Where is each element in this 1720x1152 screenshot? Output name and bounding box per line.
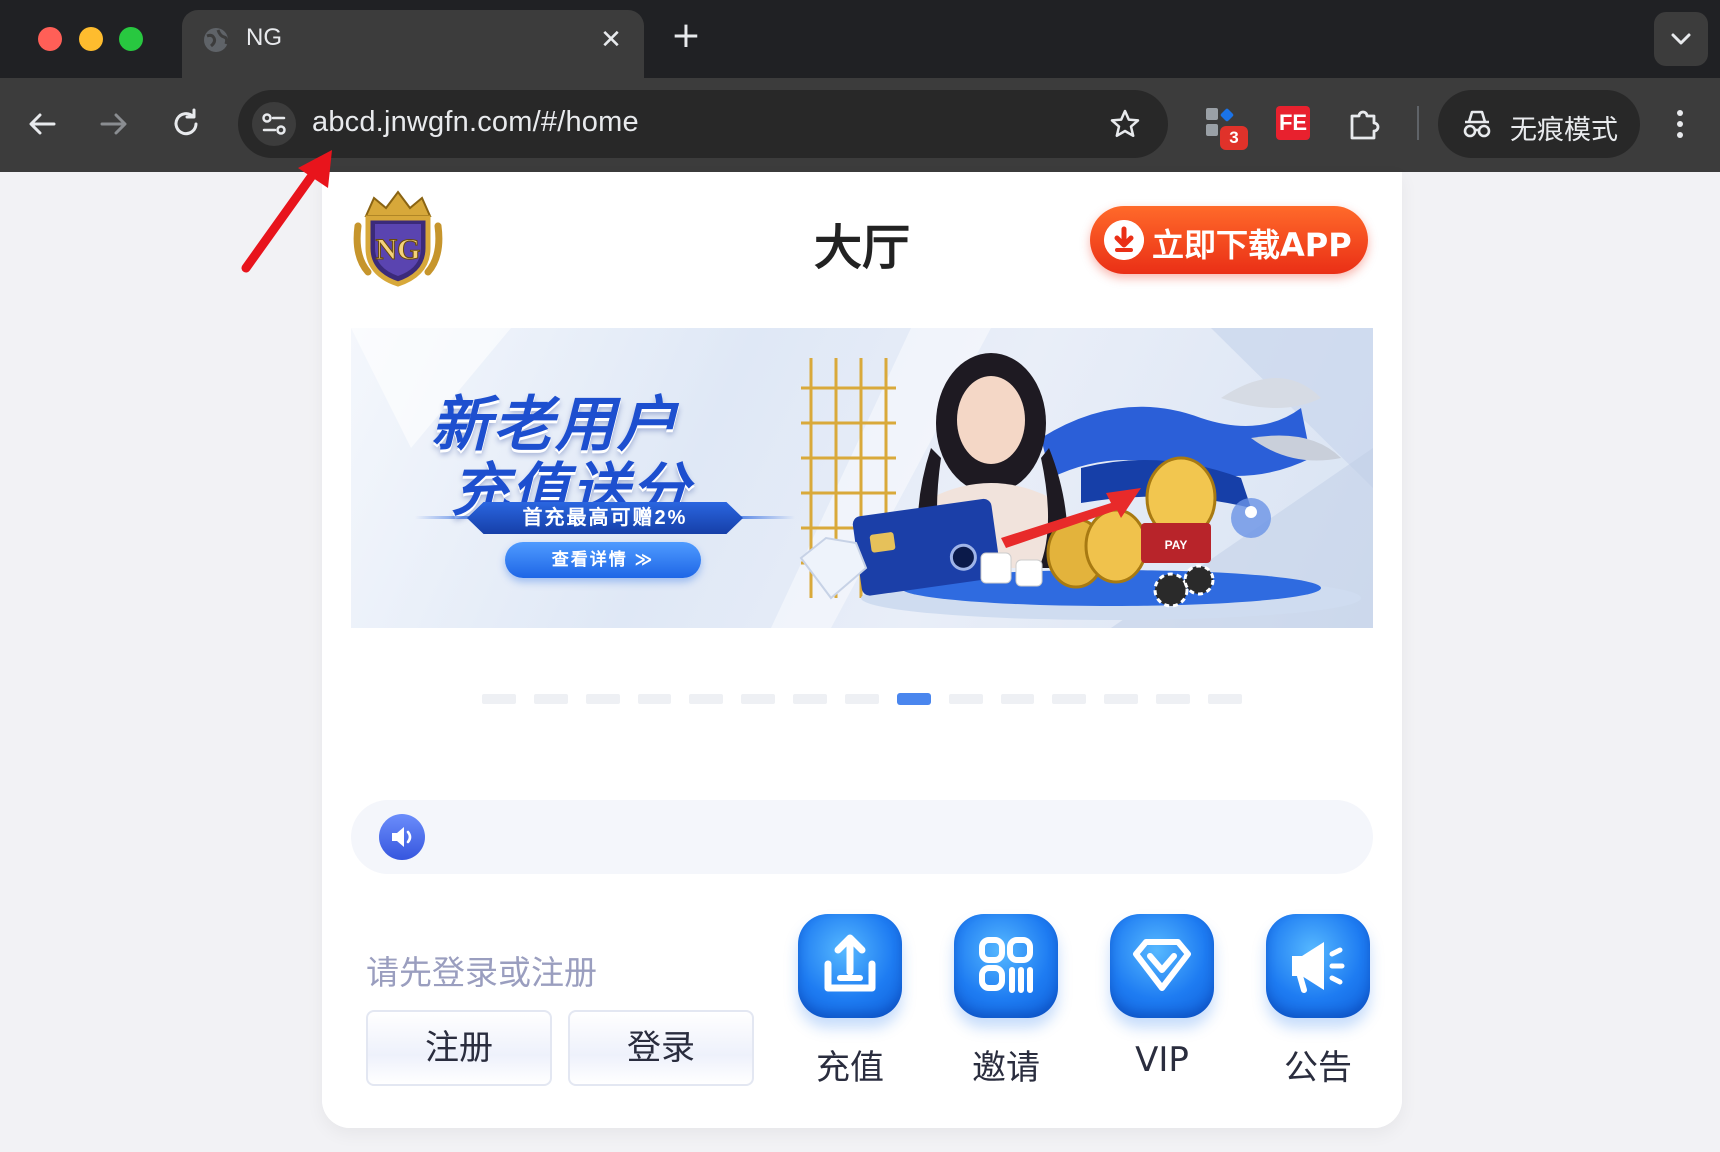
site-info-button[interactable]	[252, 102, 296, 146]
carousel-dot[interactable]	[1208, 694, 1242, 704]
download-app-button[interactable]: 立即下载APP	[1090, 206, 1368, 274]
login-prompt: 请先登录或注册	[366, 953, 597, 992]
account-section: 请先登录或注册 注册 登录 充值 邀请 VIP 公告	[322, 874, 1402, 1128]
new-tab-button[interactable]: +	[668, 18, 704, 54]
vip-button[interactable]: VIP	[1106, 914, 1218, 1104]
more-menu-icon[interactable]	[1668, 106, 1692, 142]
carousel-dot[interactable]	[533, 694, 568, 704]
close-tab-icon[interactable]: ✕	[596, 24, 626, 54]
vip-label: VIP	[1135, 1040, 1189, 1080]
register-button[interactable]: 注册	[366, 1010, 552, 1086]
invite-button[interactable]: 邀请	[950, 914, 1062, 1104]
arrow-right-icon	[100, 113, 127, 135]
banner-illustration: PAY	[799, 353, 1361, 620]
megaphone-icon	[1266, 914, 1370, 1018]
login-button[interactable]: 登录	[568, 1010, 754, 1086]
tab-ng[interactable]: NG ✕	[182, 10, 644, 78]
tab-search-button[interactable]	[1654, 12, 1708, 66]
globe-icon	[204, 28, 229, 52]
bookmark-star-icon[interactable]	[1108, 107, 1142, 141]
back-button[interactable]	[22, 104, 62, 144]
qr-code-icon	[954, 914, 1058, 1018]
carousel-indicators	[482, 693, 1242, 706]
tab-strip: NG ✕ +	[0, 0, 1720, 78]
recharge-label: 充值	[816, 1048, 884, 1088]
tab-title: NG	[246, 24, 282, 51]
invite-label: 邀请	[972, 1048, 1040, 1088]
carousel-dot[interactable]	[585, 694, 620, 704]
promo-banner[interactable]: 新老用户 充值送分 首充最高可赠2% 查看详情 ≫ PAY	[351, 328, 1373, 628]
carousel-dot[interactable]	[482, 694, 516, 704]
upload-icon	[798, 914, 902, 1018]
arrow-left-icon	[29, 113, 56, 135]
announcement-button[interactable]: 公告	[1262, 914, 1374, 1104]
tune-icon	[262, 113, 286, 135]
carousel-dot[interactable]	[689, 694, 724, 704]
carousel-dot[interactable]	[896, 693, 931, 705]
close-window-button[interactable]	[38, 27, 62, 51]
fe-extension-icon[interactable]: FE	[1276, 106, 1310, 140]
carousel-dot[interactable]	[637, 694, 672, 704]
toolbar-divider	[1417, 106, 1419, 140]
extensions-puzzle-icon[interactable]	[1344, 104, 1386, 146]
reload-icon	[174, 108, 198, 136]
svg-text:PAY: PAY	[1165, 538, 1188, 552]
incognito-icon	[1463, 110, 1491, 138]
carousel-dot[interactable]	[1052, 694, 1087, 704]
annotation-arrow	[241, 150, 332, 273]
recharge-button[interactable]: 充值	[794, 914, 906, 1104]
carousel-dot[interactable]	[793, 694, 828, 704]
extension-badge: 3	[1220, 126, 1248, 150]
carousel-dot[interactable]	[741, 694, 776, 704]
speaker-icon	[379, 814, 425, 860]
carousel-dot[interactable]	[948, 694, 983, 704]
carousel-dot[interactable]	[1104, 694, 1139, 704]
diamond-icon	[1110, 914, 1214, 1018]
url-text[interactable]: abcd.jnwgfn.com/#/home	[312, 106, 639, 139]
minimize-window-button[interactable]	[79, 27, 103, 51]
reload-button[interactable]	[166, 104, 206, 144]
address-bar[interactable]: abcd.jnwgfn.com/#/home	[238, 90, 1168, 158]
lobby-page: NG 大厅 立即下载APP 新老用户 充值送分 首充最高可赠2% 查看详情 ≫	[322, 172, 1402, 1128]
announcement-bar[interactable]	[351, 800, 1373, 874]
incognito-label: 无痕模式	[1510, 115, 1618, 145]
banner-ribbon: 首充最高可赠2%	[467, 502, 743, 534]
banner-details-button[interactable]: 查看详情 ≫	[505, 542, 701, 578]
carousel-dot[interactable]	[1156, 694, 1191, 704]
maximize-window-button[interactable]	[119, 27, 143, 51]
carousel-dot[interactable]	[845, 694, 879, 704]
download-icon	[1104, 220, 1144, 260]
incognito-indicator[interactable]: 无痕模式	[1438, 90, 1640, 158]
forward-button[interactable]	[94, 104, 134, 144]
download-app-label: 立即下载APP	[1152, 226, 1352, 264]
chevron-down-icon	[1671, 33, 1691, 45]
browser-chrome: NG ✕ + abcd.jnwgfn.com/#/home 3 FE 无痕模式	[0, 0, 1720, 172]
carousel-dot[interactable]	[1000, 694, 1035, 704]
announcement-label: 公告	[1284, 1048, 1352, 1088]
